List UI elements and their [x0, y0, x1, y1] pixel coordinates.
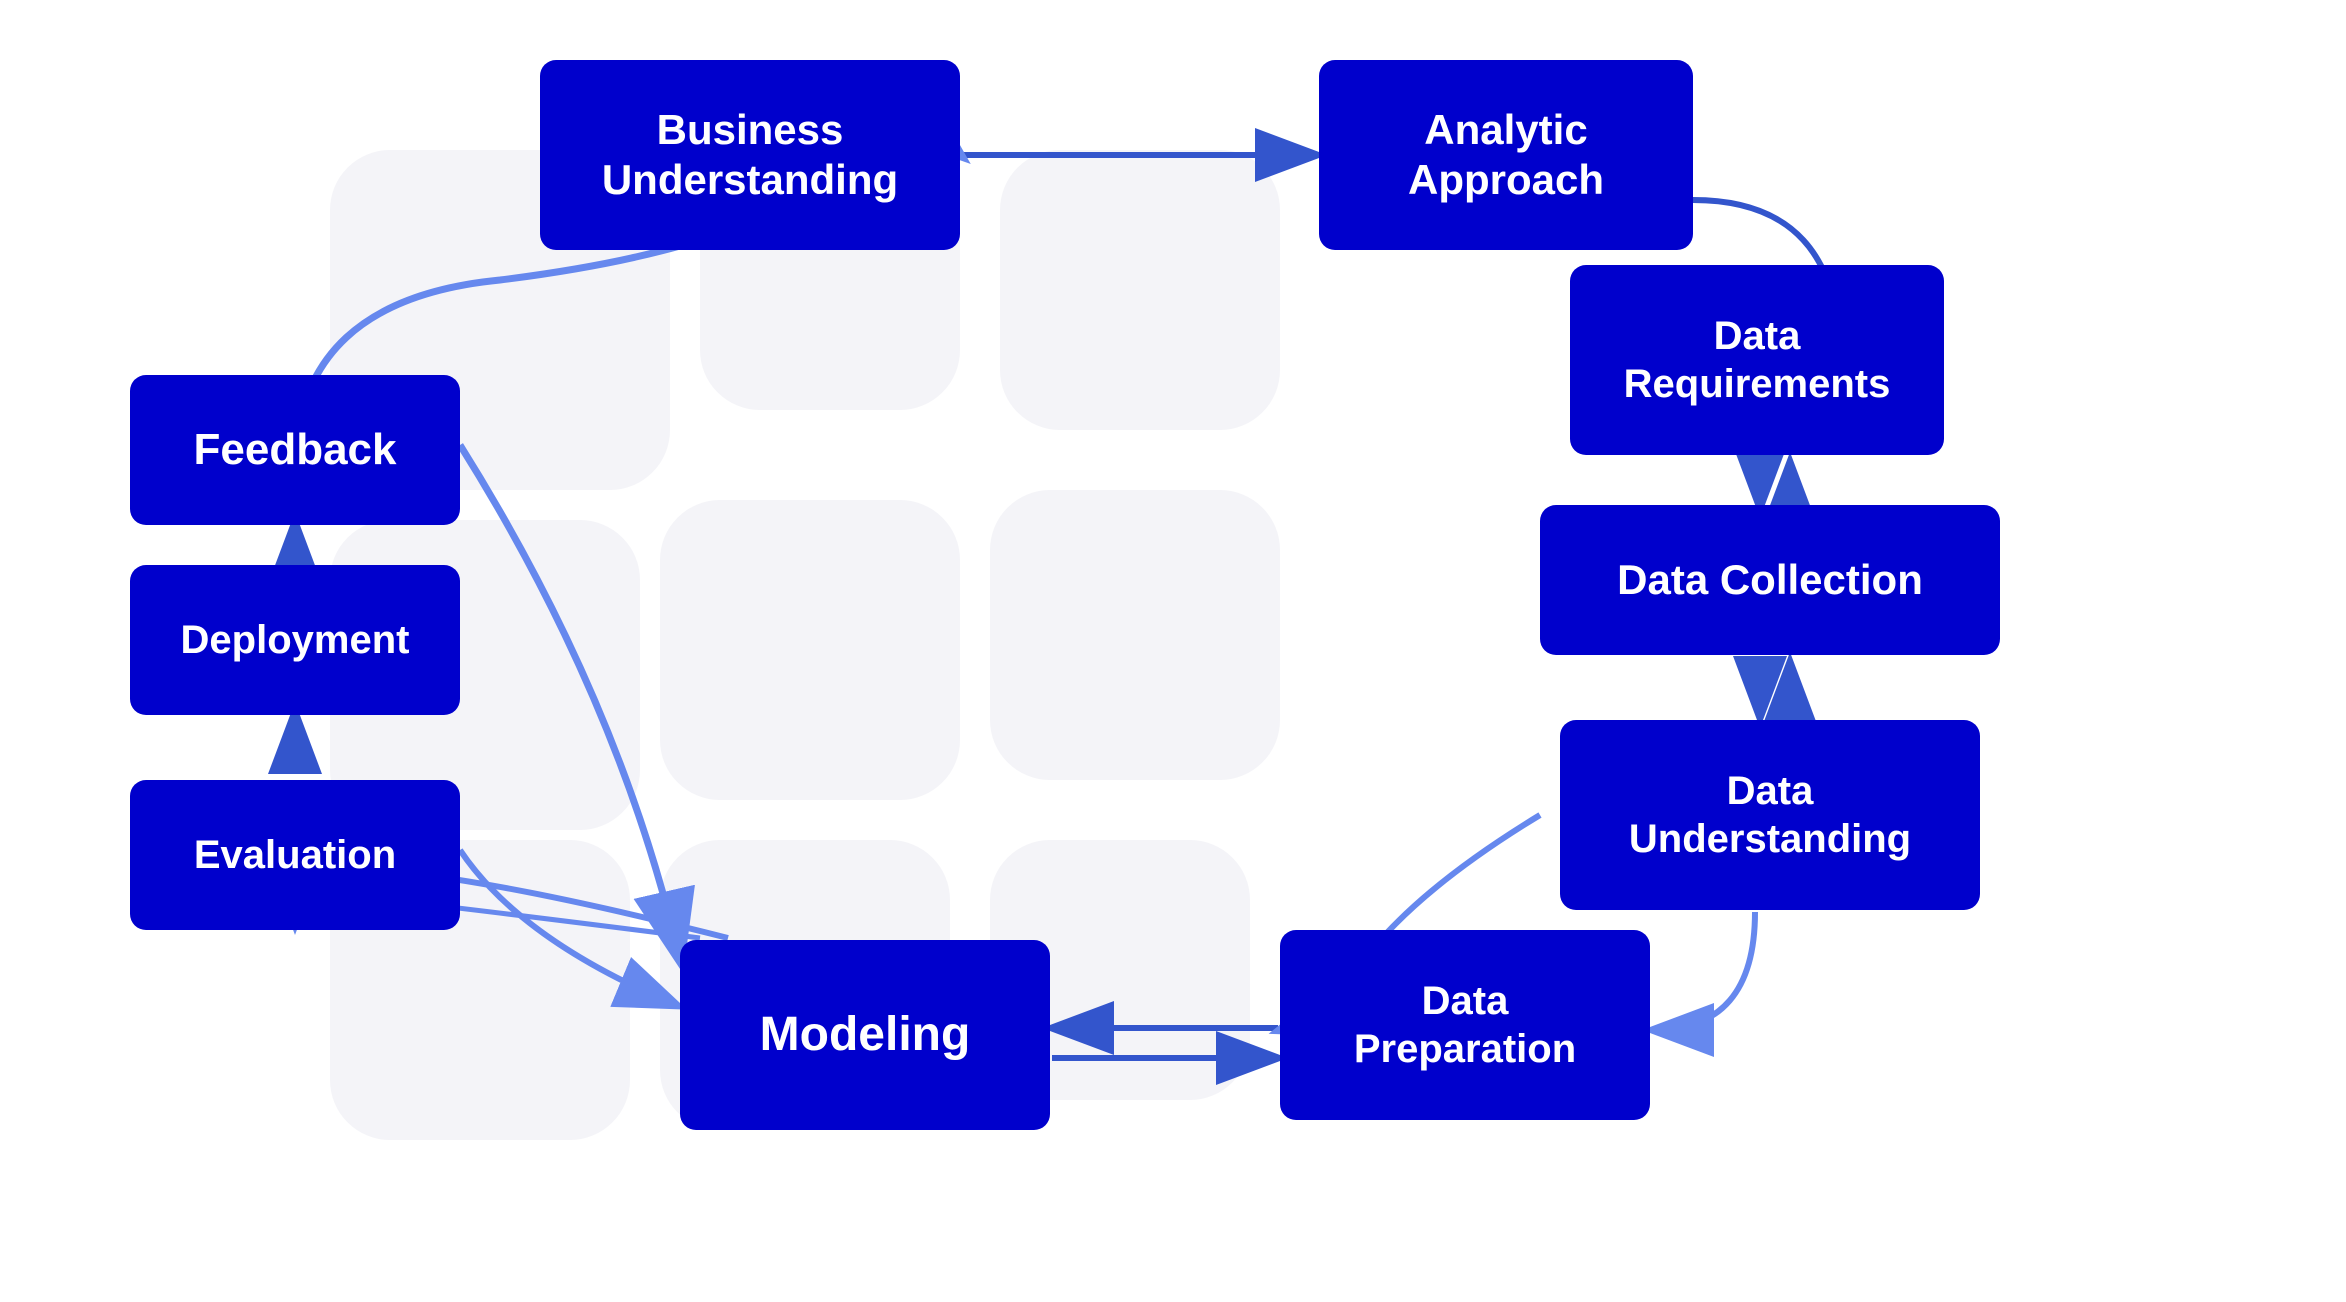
node-data-preparation: Data Preparation	[1280, 930, 1650, 1120]
node-analytic-approach: Analytic Approach	[1319, 60, 1693, 250]
node-evaluation: Evaluation	[130, 780, 460, 930]
node-data-understanding: Data Understanding	[1560, 720, 1980, 910]
node-deployment: Deployment	[130, 565, 460, 715]
node-business-understanding: Business Understanding	[540, 60, 960, 250]
node-data-collection: Data Collection	[1540, 505, 2000, 655]
node-feedback: Feedback	[130, 375, 460, 525]
node-modeling: Modeling	[680, 940, 1050, 1130]
node-data-requirements: Data Requirements	[1570, 265, 1944, 455]
diagram-container: Business Understanding Analytic Approach…	[0, 0, 2346, 1302]
